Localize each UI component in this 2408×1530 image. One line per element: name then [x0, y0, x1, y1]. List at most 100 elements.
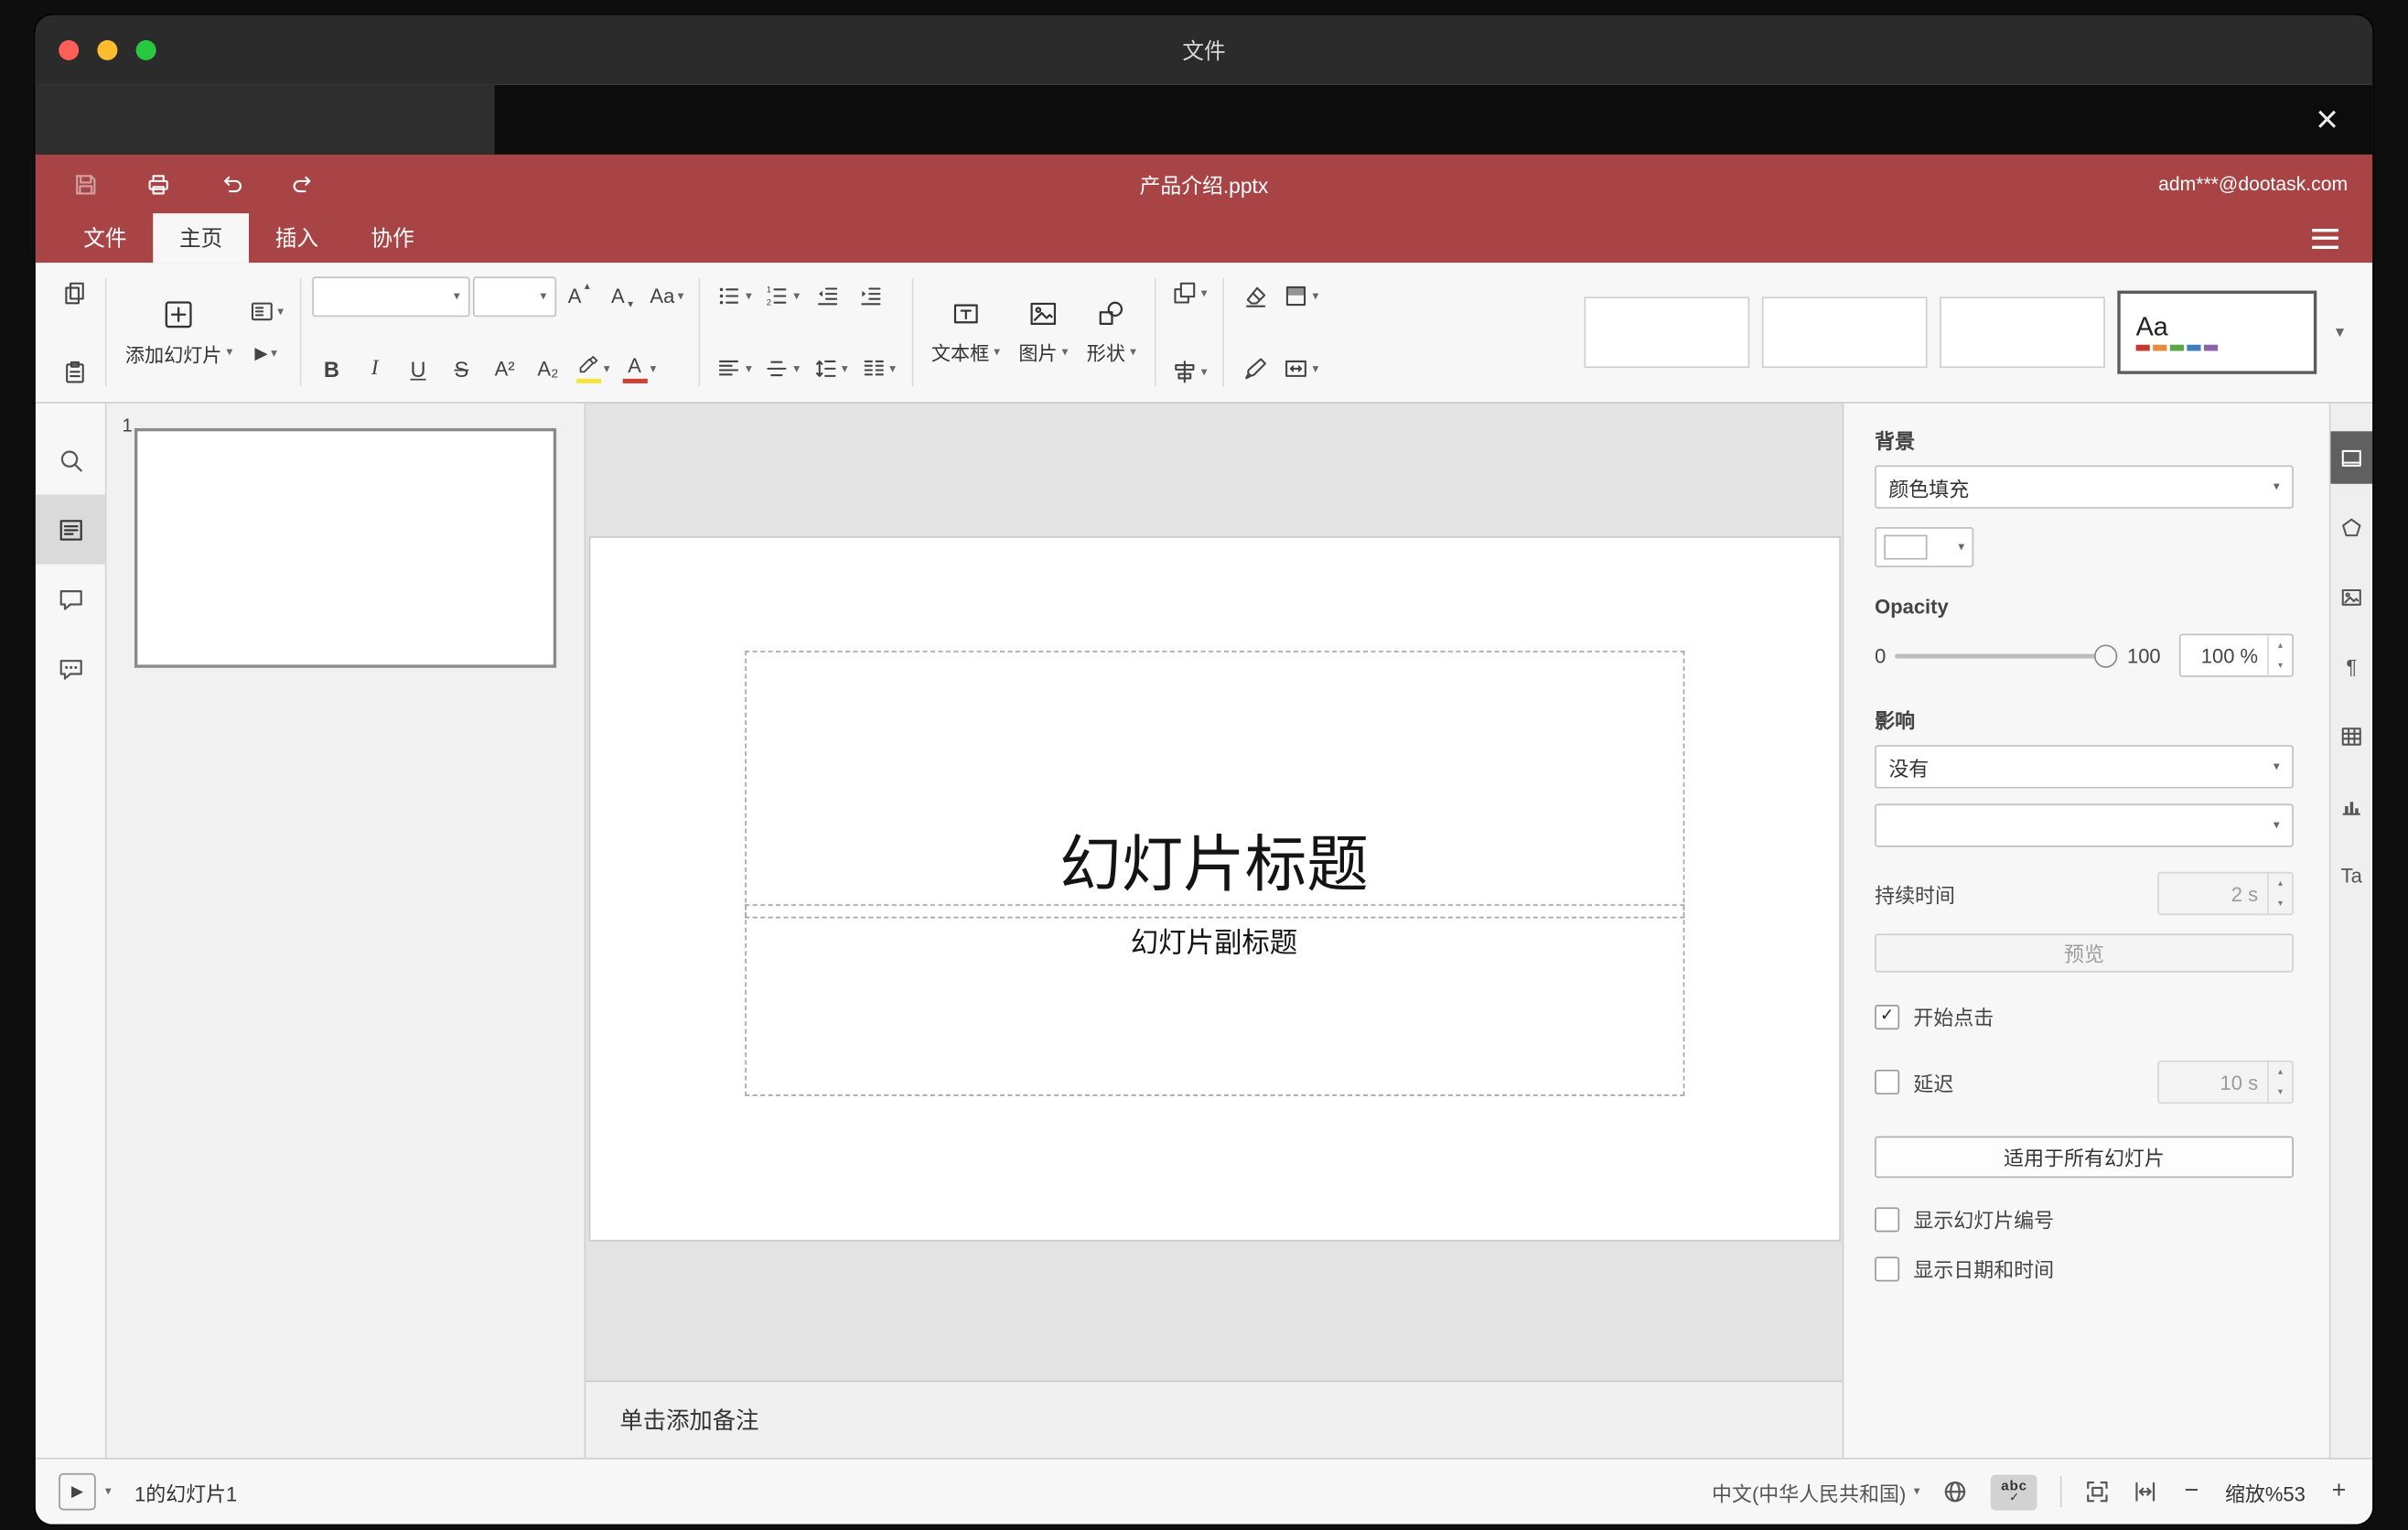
traffic-light-minimize[interactable] [97, 39, 118, 60]
align-objects-button[interactable]: ▾ [1167, 350, 1212, 393]
print-button[interactable] [133, 164, 182, 204]
start-on-click-checkbox[interactable]: ✓ [1875, 1004, 1900, 1029]
superscript-button[interactable]: A² [485, 348, 525, 390]
spinner-down-icon[interactable]: ▾ [2269, 1083, 2292, 1103]
add-slide-button[interactable]: 添加幻灯片 ▾ [117, 295, 240, 371]
theme-thumbnail[interactable] [1761, 296, 1928, 369]
notes-area[interactable]: 单击添加备注 [586, 1380, 1843, 1459]
opacity-spinner[interactable]: 100 % ▴ ▾ [2178, 633, 2294, 677]
table-settings-tab[interactable] [2330, 709, 2372, 761]
slide-title-placeholder[interactable]: 幻灯片标题 [744, 651, 1684, 919]
fill-color-select[interactable]: ▾ [1875, 527, 1974, 567]
subscript-button[interactable]: A₂ [528, 348, 568, 390]
theme-gallery-expand-button[interactable]: ▾ [2320, 323, 2360, 341]
slider-knob[interactable] [2094, 644, 2118, 668]
chevron-down-icon[interactable]: ▾ [105, 1485, 112, 1498]
effect-select[interactable]: 没有 ▾ [1875, 745, 2294, 789]
slide-settings-tab[interactable] [2330, 431, 2373, 484]
clear-style-button[interactable] [1235, 275, 1275, 318]
zoom-out-button[interactable]: − [2181, 1478, 2202, 1505]
numbering-button[interactable]: 12 ▾ [759, 275, 804, 318]
tab-insert[interactable]: 插入 [249, 213, 345, 263]
paste-button[interactable] [54, 350, 94, 393]
spinner-up-icon[interactable]: ▴ [2269, 873, 2292, 893]
fit-to-slide-button[interactable] [2085, 1480, 2110, 1504]
paragraph-settings-tab[interactable]: ¶ [2330, 640, 2372, 692]
font-name-select[interactable]: ▾ [311, 275, 469, 317]
vertical-align-button[interactable]: ▾ [759, 348, 804, 390]
duration-spinner[interactable]: 2 s ▴ ▾ [2157, 871, 2294, 916]
theme-thumbnail-selected[interactable]: Aa [2117, 290, 2317, 374]
decrease-font-button[interactable]: A ▾ [602, 275, 642, 318]
start-slideshow-button[interactable]: ▶ ▾ [243, 332, 288, 374]
increase-indent-button[interactable] [851, 275, 891, 318]
spellcheck-toggle[interactable]: abc ✓ [1991, 1473, 2037, 1510]
copy-style-button[interactable] [1235, 348, 1275, 390]
insert-image-button[interactable]: 图片 ▾ [1011, 296, 1076, 370]
tab-home[interactable]: 主页 [153, 213, 249, 264]
fit-to-width-button[interactable] [2134, 1480, 2158, 1504]
copy-button[interactable] [54, 272, 94, 314]
columns-button[interactable]: ▾ [855, 348, 900, 390]
bullets-button[interactable]: ▾ [712, 275, 757, 318]
chat-button[interactable] [36, 634, 105, 704]
increase-font-button[interactable]: A ▴ [559, 275, 599, 318]
slide-thumbnail[interactable] [134, 427, 557, 668]
spinner-down-icon[interactable]: ▾ [2269, 893, 2292, 913]
preview-button[interactable]: 预览 [1875, 933, 2294, 973]
bold-button[interactable]: B [311, 348, 351, 390]
highlight-color-button[interactable]: ▾ [571, 348, 614, 390]
redo-button[interactable] [278, 164, 328, 204]
arrange-objects-button[interactable]: ▾ [1167, 272, 1212, 314]
show-date-time-checkbox[interactable] [1875, 1255, 1900, 1281]
tab-collaboration[interactable]: 协作 [345, 213, 441, 263]
slides-panel-button[interactable] [35, 494, 105, 565]
line-spacing-button[interactable]: ▾ [808, 348, 853, 390]
traffic-light-zoom[interactable] [135, 39, 156, 60]
spinner-down-icon[interactable]: ▾ [2269, 655, 2292, 675]
set-language-button[interactable] [1943, 1480, 1968, 1504]
slide-size-button[interactable]: ▾ [1278, 348, 1323, 390]
shape-settings-tab[interactable] [2330, 501, 2372, 553]
insert-shape-button[interactable]: 形状 ▾ [1079, 296, 1144, 370]
slide-layout-button[interactable]: ▾ [243, 291, 288, 333]
background-fill-select[interactable]: 颜色填充 ▾ [1875, 465, 2294, 509]
change-case-button[interactable]: Aa ▾ [645, 275, 688, 318]
slide[interactable]: 幻灯片标题 幻灯片副标题 [589, 537, 1839, 1240]
italic-button[interactable]: I [355, 348, 395, 390]
text-art-settings-tab[interactable]: Ta [2330, 848, 2372, 900]
spinner-up-icon[interactable]: ▴ [2269, 635, 2292, 655]
language-select[interactable]: 中文(中华人民共和国) ▾ [1712, 1477, 1920, 1506]
font-size-select[interactable]: ▾ [472, 275, 556, 317]
underline-button[interactable]: U [398, 348, 438, 390]
decrease-indent-button[interactable] [808, 275, 848, 318]
insert-textbox-button[interactable]: 文本框 ▾ [923, 296, 1007, 370]
delay-spinner[interactable]: 10 s ▴ ▾ [2157, 1060, 2294, 1104]
spinner-up-icon[interactable]: ▴ [2269, 1062, 2292, 1083]
close-icon[interactable]: × [2316, 100, 2338, 139]
strikeout-button[interactable]: S [441, 348, 481, 390]
slide-subtitle-placeholder[interactable]: 幻灯片副标题 [744, 904, 1684, 1096]
effect-type-select[interactable]: ▾ [1875, 803, 2294, 847]
theme-thumbnail[interactable] [1940, 296, 2105, 369]
search-button[interactable] [36, 426, 105, 495]
color-scheme-button[interactable]: ▾ [1278, 275, 1323, 318]
image-settings-tab[interactable] [2330, 570, 2372, 622]
tab-file[interactable]: 文件 [58, 213, 154, 263]
show-slide-number-checkbox[interactable] [1875, 1206, 1900, 1232]
undo-button[interactable] [206, 164, 255, 204]
delay-checkbox[interactable] [1875, 1069, 1900, 1095]
start-slideshow-status-button[interactable]: ▶ [59, 1472, 96, 1511]
theme-thumbnail[interactable] [1584, 296, 1750, 369]
save-button[interactable] [60, 164, 110, 204]
opacity-slider[interactable] [1895, 644, 2118, 668]
zoom-in-button[interactable]: + [2328, 1478, 2349, 1505]
slide-canvas-area[interactable]: 幻灯片标题 幻灯片副标题 [586, 403, 1843, 1381]
apply-to-all-slides-button[interactable]: 适用于所有幻灯片 [1875, 1136, 2294, 1179]
font-color-button[interactable]: A ▾ [618, 348, 661, 390]
horizontal-align-button[interactable]: ▾ [712, 348, 757, 390]
traffic-light-close[interactable] [59, 39, 80, 60]
chart-settings-tab[interactable] [2330, 779, 2372, 831]
comments-button[interactable] [36, 565, 105, 634]
menu-button[interactable] [2306, 221, 2344, 253]
